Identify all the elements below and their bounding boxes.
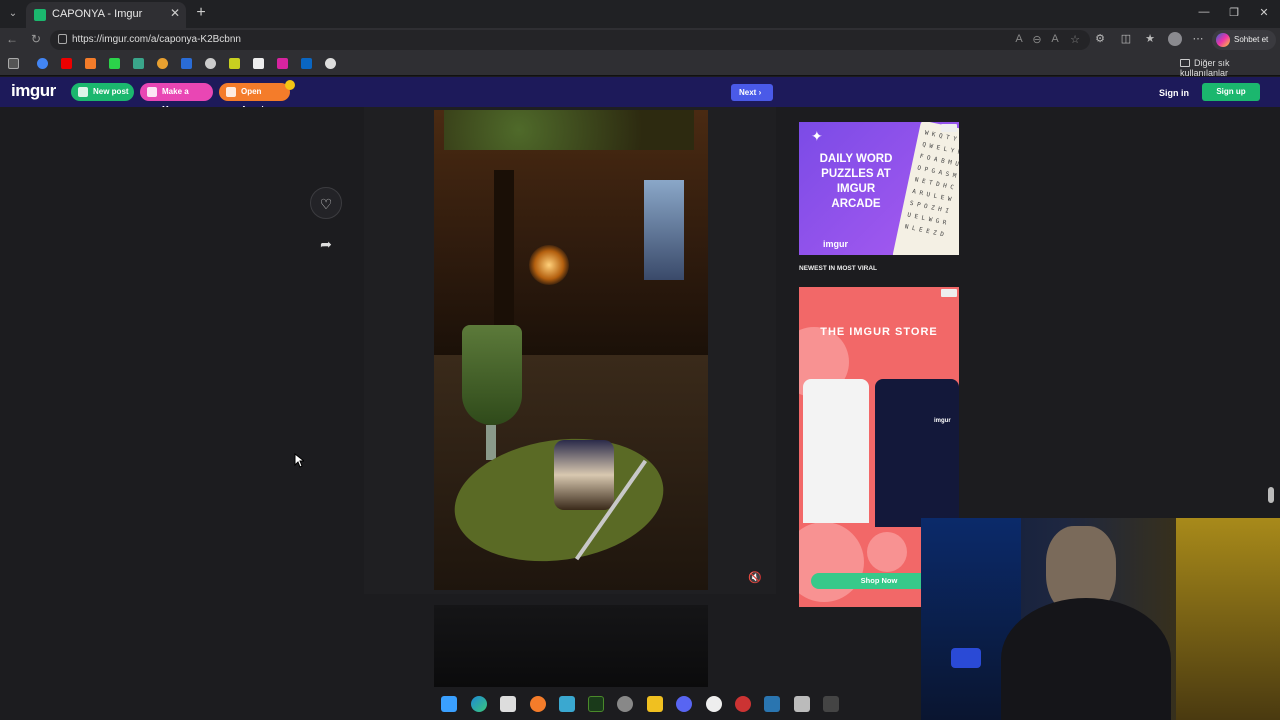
- bookmark-site-icon[interactable]: [133, 58, 144, 69]
- store-shirt-brand: imgur: [934, 418, 951, 424]
- minimize-icon[interactable]: —: [1194, 6, 1214, 18]
- inkscape-icon[interactable]: [500, 696, 516, 712]
- restore-icon[interactable]: ❐: [1224, 6, 1244, 19]
- record-app-icon[interactable]: [735, 696, 751, 712]
- lock-icon: [58, 34, 67, 44]
- bookmark-e-icon[interactable]: [205, 58, 216, 69]
- bookmark-app-icon[interactable]: [85, 58, 96, 69]
- store-ad-title: THE IMGUR STORE: [820, 326, 938, 338]
- extensions-puzzle-icon[interactable]: ⚙: [1092, 32, 1108, 45]
- plus-icon: [78, 87, 88, 97]
- bookmark-blue-icon[interactable]: [181, 58, 192, 69]
- windows-start-icon[interactable]: [441, 696, 457, 712]
- arcade-icon: [226, 87, 236, 97]
- copilot-label: Sohbet et: [1234, 35, 1269, 44]
- window-close-icon[interactable]: ✕: [1254, 6, 1274, 19]
- file-explorer-icon[interactable]: [647, 696, 663, 712]
- word-search-graphic: W K Q T Y Z Q W E L Y R F O A B M U O P …: [892, 122, 959, 255]
- bookmark-instagram-icon[interactable]: [277, 58, 288, 69]
- next-button[interactable]: Next ›: [731, 84, 773, 101]
- navy-tshirt-graphic: [875, 379, 959, 527]
- url-text: https://imgur.com/a/caponya-K2Bcbnn: [72, 34, 241, 45]
- steam-icon[interactable]: [764, 696, 780, 712]
- tablet-app-icon[interactable]: [823, 696, 839, 712]
- bookmark-yellow-icon[interactable]: [229, 58, 240, 69]
- mute-speaker-icon[interactable]: 🔇: [748, 571, 762, 584]
- new-post-button[interactable]: New post: [71, 83, 134, 101]
- folder-icon: [1180, 59, 1190, 67]
- bookmark-chatgpt-icon[interactable]: [325, 58, 336, 69]
- arcade-ad-text: DAILY WORD PUZZLES AT IMGUR ARCADE: [819, 153, 893, 210]
- open-arcade-button[interactable]: Open Arcade: [219, 83, 290, 114]
- reload-icon[interactable]: ↻: [28, 32, 44, 46]
- bookmark-linkedin-icon[interactable]: [301, 58, 312, 69]
- newest-in-most-viral-label: NEWEST IN MOST VIRAL: [799, 265, 877, 272]
- browser-tab-active[interactable]: CAPONYA - Imgur ✕: [26, 2, 186, 28]
- tab-title: CAPONYA - Imgur: [52, 8, 143, 20]
- profile-avatar[interactable]: [1168, 32, 1182, 46]
- favorites-icon[interactable]: ★: [1142, 32, 1158, 45]
- copilot-logo-icon: [1216, 33, 1230, 47]
- mouse-cursor-icon: [294, 453, 304, 468]
- edge-browser-icon[interactable]: [471, 696, 487, 712]
- arcade-badge-icon: [285, 80, 295, 90]
- bookmarks-bar: Diğer sık kullanılanlar: [0, 52, 1280, 78]
- sparkle-icon: ✦: [811, 128, 823, 144]
- meme-icon: [147, 87, 157, 97]
- translate-icon[interactable]: A: [1012, 33, 1026, 45]
- bookmark-kick-icon[interactable]: [109, 58, 120, 69]
- new-tab-plus-icon[interactable]: +: [192, 4, 210, 22]
- tab-close-icon[interactable]: ✕: [170, 6, 180, 20]
- back-arrow-icon[interactable]: ←: [4, 32, 20, 46]
- imgur-header: imgur New post Make a Meme Open Arcade: [0, 77, 1280, 114]
- discord-icon[interactable]: [676, 696, 692, 712]
- pt-app-icon[interactable]: [588, 696, 604, 712]
- new-post-label: New post: [93, 87, 129, 96]
- browser-toolbar: ← ↻ https://imgur.com/a/caponya-K2Bcbnn …: [0, 28, 1280, 52]
- favorite-star-icon[interactable]: ☆: [1068, 33, 1082, 46]
- imgur-logo[interactable]: imgur: [11, 81, 56, 101]
- zoom-out-icon[interactable]: ⊖: [1030, 33, 1044, 46]
- windows-taskbar: [0, 687, 921, 720]
- read-aloud-icon[interactable]: A: [1048, 33, 1062, 45]
- next-label: Next: [739, 88, 757, 97]
- other-bookmarks[interactable]: Diğer sık kullanılanlar: [1180, 58, 1280, 78]
- next-post-image[interactable]: [434, 605, 708, 687]
- bookmark-notion-icon[interactable]: [253, 58, 264, 69]
- copilot-button[interactable]: Sohbet et: [1212, 30, 1276, 50]
- browser-tab-strip: ⌄ CAPONYA - Imgur ✕ + — ❐ ✕: [0, 0, 1280, 28]
- chevron-right-icon: ›: [758, 88, 762, 97]
- bookmark-youtube-icon[interactable]: [61, 58, 72, 69]
- make-meme-button[interactable]: Make a Meme: [140, 83, 213, 114]
- obs-icon[interactable]: [617, 696, 633, 712]
- more-menu-icon[interactable]: ⋯: [1190, 32, 1206, 45]
- ad-choices-icon[interactable]: [941, 289, 957, 297]
- figma-icon[interactable]: [794, 696, 810, 712]
- arcade-ad-brand: imgur: [823, 239, 849, 249]
- bookmark-reader-icon[interactable]: [8, 58, 19, 69]
- sign-up-button[interactable]: Sign up: [1202, 83, 1260, 101]
- bookmark-google-icon[interactable]: [37, 58, 48, 69]
- bookmark-circle-icon[interactable]: [157, 58, 168, 69]
- webcam-overlay: [921, 518, 1280, 720]
- favorite-heart-icon[interactable]: ♡: [310, 187, 342, 219]
- share-arrow-icon[interactable]: ➦: [310, 228, 342, 260]
- split-screen-icon[interactable]: ◫: [1118, 32, 1134, 45]
- blender-icon[interactable]: [530, 696, 546, 712]
- m-app-icon[interactable]: [559, 696, 575, 712]
- steam-like-icon[interactable]: [706, 696, 722, 712]
- tab-list-chevron-icon[interactable]: ⌄: [4, 5, 22, 23]
- imgur-favicon-icon: [34, 9, 46, 21]
- arcade-ad[interactable]: W K Q T Y Z Q W E L Y R F O A B M U O P …: [799, 122, 959, 255]
- sign-in-link[interactable]: Sign in: [1159, 88, 1189, 98]
- address-bar[interactable]: https://imgur.com/a/caponya-K2Bcbnn A ⊖ …: [50, 30, 1090, 50]
- page-scrollbar[interactable]: [1268, 487, 1274, 503]
- post-image-cafe-drink-cake[interactable]: [434, 110, 708, 590]
- white-tshirt-graphic: [803, 379, 869, 523]
- ad-choices-icon[interactable]: [941, 124, 957, 132]
